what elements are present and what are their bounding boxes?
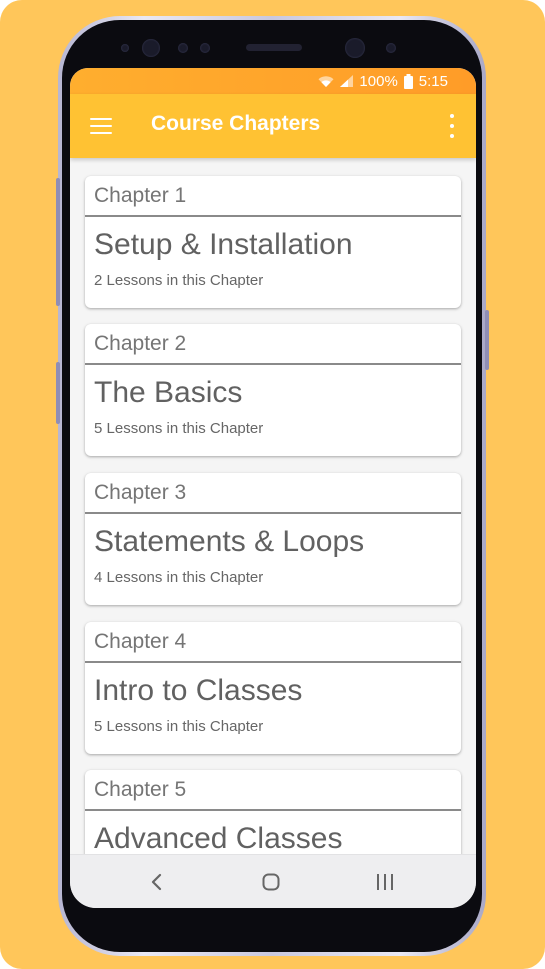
chapter-card-4[interactable]: Chapter 4 Intro to Classes 5 Lessons in … <box>85 622 461 754</box>
chapter-number: Chapter 5 <box>94 778 187 801</box>
card-divider <box>85 809 461 811</box>
chapter-card-5[interactable]: Chapter 5 Advanced Classes <box>85 770 461 854</box>
card-divider <box>85 215 461 217</box>
status-bar: 100% 5:15 <box>70 68 476 94</box>
earpiece-speaker <box>246 44 302 51</box>
chapter-number: Chapter 4 <box>94 630 187 653</box>
recents-icon[interactable] <box>373 870 397 894</box>
home-icon[interactable] <box>259 870 283 894</box>
sensor-dot <box>200 43 210 53</box>
hamburger-menu-icon[interactable] <box>90 118 112 134</box>
chapter-title: Statements & Loops <box>94 525 365 558</box>
chapter-title: The Basics <box>94 376 243 409</box>
lesson-count: 5 Lessons in this Chapter <box>94 420 264 437</box>
lesson-count: 2 Lessons in this Chapter <box>94 272 264 289</box>
side-button-left-2 <box>56 362 60 424</box>
card-divider <box>85 512 461 514</box>
chapter-card-2[interactable]: Chapter 2 The Basics 5 Lessons in this C… <box>85 324 461 456</box>
phone-screen: 100% 5:15 Course Chapters Chapter 1 Setu… <box>70 68 476 908</box>
chapter-card-3[interactable]: Chapter 3 Statements & Loops 4 Lessons i… <box>85 473 461 605</box>
chapter-list[interactable]: Chapter 1 Setup & Installation 2 Lessons… <box>70 158 476 854</box>
chapter-number: Chapter 1 <box>94 184 187 207</box>
chapter-number: Chapter 3 <box>94 481 187 504</box>
sensor-dot <box>386 43 396 53</box>
clock: 5:15 <box>418 72 448 90</box>
back-icon[interactable] <box>145 870 169 894</box>
chapter-title: Setup & Installation <box>94 228 353 261</box>
sensor-dot <box>178 43 188 53</box>
app-bar: Course Chapters <box>70 94 476 158</box>
background-canvas: 100% 5:15 Course Chapters Chapter 1 Setu… <box>0 0 545 969</box>
card-divider <box>85 363 461 365</box>
iris-scanner <box>142 39 160 57</box>
lesson-count: 4 Lessons in this Chapter <box>94 569 264 586</box>
front-camera <box>345 38 365 58</box>
chapter-number: Chapter 2 <box>94 332 187 355</box>
chapter-title: Advanced Classes <box>94 822 343 854</box>
chapter-title: Intro to Classes <box>94 674 303 707</box>
signal-icon <box>340 75 354 87</box>
sensor-dot <box>121 44 129 52</box>
lesson-count: 5 Lessons in this Chapter <box>94 718 264 735</box>
more-vertical-icon[interactable] <box>448 114 456 138</box>
card-divider <box>85 661 461 663</box>
wifi-icon <box>318 75 334 88</box>
side-button-left-1 <box>56 178 60 306</box>
battery-percent: 100% <box>359 72 398 90</box>
chapter-card-1[interactable]: Chapter 1 Setup & Installation 2 Lessons… <box>85 176 461 308</box>
battery-icon <box>403 73 413 89</box>
page-title: Course Chapters <box>151 112 321 135</box>
navigation-bar <box>70 854 476 908</box>
side-button-right <box>485 310 489 370</box>
